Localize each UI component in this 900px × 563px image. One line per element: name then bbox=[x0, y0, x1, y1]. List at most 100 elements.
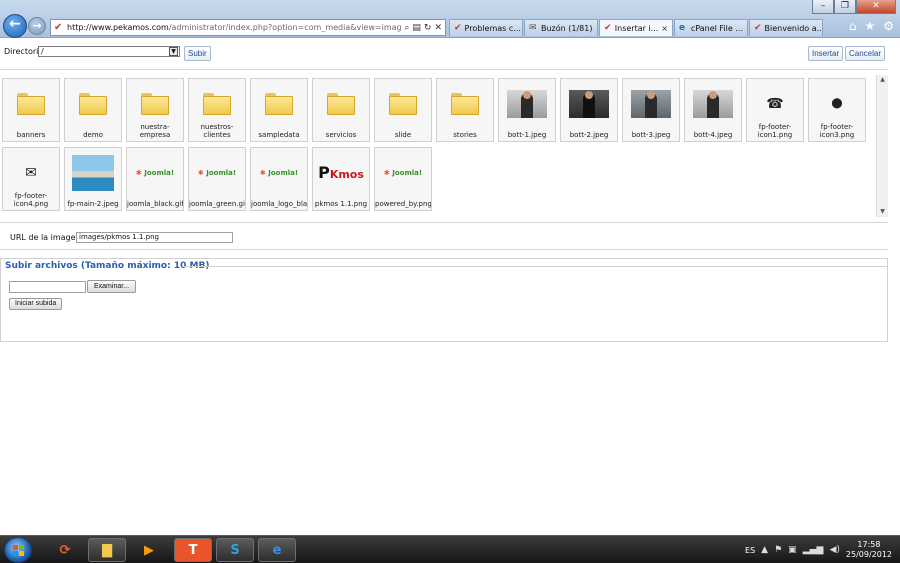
media-item[interactable]: ✱ Joomla! joomla_logo_bla bbox=[250, 147, 308, 211]
media-grid: banners demo nuestra-empresa nuestros-clien… bbox=[0, 75, 888, 217]
media-item[interactable]: ✉ fp-footer-icon4.png bbox=[2, 147, 60, 211]
photo-icon bbox=[569, 89, 609, 118]
tray-expand-icon[interactable]: ▲ bbox=[761, 545, 768, 555]
compat-view-icon[interactable]: ▤ bbox=[412, 23, 421, 33]
media-item[interactable]: ✱ Joomla! joomla_green.gif bbox=[188, 147, 246, 211]
language-indicator[interactable]: ES bbox=[745, 546, 755, 555]
media-item[interactable]: ☎ fp-footer-icon1.png bbox=[746, 78, 804, 142]
media-thumbnail[interactable] bbox=[192, 82, 242, 125]
subir-button[interactable]: Subir bbox=[184, 46, 211, 61]
chevron-down-icon[interactable]: ▼ bbox=[169, 47, 178, 56]
joomla-favicon-icon: ✔ bbox=[604, 23, 612, 33]
media-thumbnail[interactable] bbox=[564, 82, 614, 125]
fieldset-border bbox=[182, 266, 887, 267]
minimize-button[interactable]: – bbox=[812, 0, 834, 14]
media-item[interactable]: bott-2.jpeg bbox=[560, 78, 618, 142]
insert-button[interactable]: Insertar bbox=[808, 46, 844, 61]
media-item[interactable]: slide bbox=[374, 78, 432, 142]
close-tab-icon[interactable]: × bbox=[661, 24, 668, 33]
skype-icon[interactable]: S bbox=[216, 538, 254, 562]
browser-right-icons: ⌂ ★ ⚙ bbox=[849, 19, 894, 33]
start-button[interactable] bbox=[4, 537, 32, 563]
media-item[interactable]: ✱ Joomla! joomla_black.gif bbox=[126, 147, 184, 211]
media-thumbnail[interactable] bbox=[440, 82, 490, 125]
favorites-star-icon[interactable]: ★ bbox=[864, 19, 875, 33]
cancel-button[interactable]: Cancelar bbox=[845, 46, 886, 61]
media-thumbnail[interactable] bbox=[316, 82, 366, 125]
media-thumbnail[interactable] bbox=[68, 82, 118, 125]
media-item-label: stories bbox=[453, 131, 477, 139]
media-thumbnail[interactable] bbox=[378, 82, 428, 125]
stop-icon[interactable]: ✕ bbox=[434, 23, 442, 33]
media-thumbnail[interactable] bbox=[688, 82, 738, 125]
media-item[interactable]: ✱ Joomla! powered_by.png bbox=[374, 147, 432, 211]
tab-cpanel[interactable]: e cPanel File ... bbox=[674, 19, 748, 36]
media-thumbnail[interactable] bbox=[68, 151, 118, 194]
ie-icon[interactable]: e bbox=[258, 538, 296, 562]
media-item[interactable]: stories bbox=[436, 78, 494, 142]
media-item-label: fp-main-2.jpeg bbox=[67, 200, 119, 208]
media-item[interactable]: fp-main-2.jpeg bbox=[64, 147, 122, 211]
home-icon[interactable]: ⌂ bbox=[849, 19, 857, 33]
media-item[interactable]: banners bbox=[2, 78, 60, 142]
folder-icon bbox=[327, 92, 355, 115]
media-item[interactable]: nuestros-clientes bbox=[188, 78, 246, 142]
media-item[interactable]: bott-1.jpeg bbox=[498, 78, 556, 142]
back-button[interactable]: ← bbox=[3, 14, 27, 38]
directory-select[interactable]: / ▼ bbox=[38, 46, 180, 57]
media-thumbnail[interactable] bbox=[626, 82, 676, 125]
media-thumbnail[interactable]: ✱ Joomla! bbox=[130, 151, 180, 194]
media-thumbnail[interactable]: PKmos bbox=[316, 151, 366, 194]
folder-icon bbox=[203, 92, 231, 115]
folder-icon[interactable]: ▇ bbox=[88, 538, 126, 562]
media-thumbnail[interactable] bbox=[6, 82, 56, 125]
scroll-down-icon[interactable]: ▼ bbox=[877, 207, 888, 217]
media-item[interactable]: bott-4.jpeg bbox=[684, 78, 742, 142]
media-thumbnail[interactable] bbox=[254, 82, 304, 125]
tab-buzon[interactable]: ✉ Buzón (1/81) bbox=[524, 19, 598, 36]
volume-icon[interactable]: ◀) bbox=[829, 545, 839, 555]
media-item[interactable]: sampledata bbox=[250, 78, 308, 142]
media-thumbnail[interactable]: ✱ Joomla! bbox=[378, 151, 428, 194]
mail-icon: ✉ bbox=[25, 164, 37, 181]
media-thumbnail[interactable]: ☎ bbox=[750, 82, 800, 125]
media-icon[interactable]: ▶ bbox=[130, 538, 168, 562]
gear-icon[interactable]: ⚙ bbox=[883, 19, 894, 33]
media-thumbnail[interactable]: ✱ Joomla! bbox=[192, 151, 242, 194]
media-thumbnail[interactable]: ⬤ bbox=[812, 82, 862, 125]
close-window-button[interactable]: ✕ bbox=[856, 0, 896, 14]
media-thumbnail[interactable]: ✉ bbox=[6, 151, 56, 194]
folder-icon bbox=[265, 92, 293, 115]
scroll-up-icon[interactable]: ▲ bbox=[877, 75, 888, 85]
app-icon[interactable]: ⟳ bbox=[46, 538, 84, 562]
tab-insertar[interactable]: ✔ Insertar i... × bbox=[599, 19, 673, 36]
address-bar[interactable]: ✔ http://www.pekamos.com/administrator/i… bbox=[50, 19, 446, 36]
media-thumbnail[interactable] bbox=[502, 82, 552, 125]
start-upload-button[interactable]: Iniciar subida bbox=[9, 298, 63, 310]
maximize-button[interactable]: ❐ bbox=[834, 0, 856, 14]
media-item[interactable]: servicios bbox=[312, 78, 370, 142]
media-grid-scrollbar[interactable]: ▲ ▼ bbox=[876, 75, 888, 217]
media-thumbnail[interactable]: ✱ Joomla! bbox=[254, 151, 304, 194]
joomla-logo-icon: ✱ Joomla! bbox=[197, 168, 237, 177]
image-url-input[interactable]: images/pkmos 1.1.png bbox=[76, 232, 233, 243]
flag-icon[interactable]: ⚑ bbox=[774, 545, 782, 555]
browse-button[interactable]: Examinar... bbox=[87, 280, 137, 293]
search-icon[interactable]: ⌕ bbox=[404, 23, 409, 33]
tab-bienvenido[interactable]: ✔ Bienvenido a... bbox=[749, 19, 823, 36]
media-item[interactable]: bott-3.jpeg bbox=[622, 78, 680, 142]
file-path-input[interactable] bbox=[9, 281, 86, 293]
image-url-label: URL de la imagen bbox=[10, 233, 81, 242]
media-item[interactable]: PKmos pkmos 1.1.png bbox=[312, 147, 370, 211]
device-icon[interactable]: ▣ bbox=[788, 545, 797, 555]
tab-problemas[interactable]: ✔ Problemas c... bbox=[449, 19, 523, 36]
media-thumbnail[interactable] bbox=[130, 82, 180, 125]
forward-button[interactable]: → bbox=[28, 17, 46, 35]
media-item[interactable]: nuestra-empresa bbox=[126, 78, 184, 142]
clock[interactable]: 17:58 25/09/2012 bbox=[846, 540, 892, 560]
media-item[interactable]: ⬤ fp-footer-icon3.png bbox=[808, 78, 866, 142]
refresh-icon[interactable]: ↻ bbox=[424, 23, 432, 33]
signal-icon[interactable]: ▂▄▆ bbox=[803, 545, 824, 555]
t-app-icon[interactable]: T bbox=[174, 538, 212, 562]
media-item[interactable]: demo bbox=[64, 78, 122, 142]
